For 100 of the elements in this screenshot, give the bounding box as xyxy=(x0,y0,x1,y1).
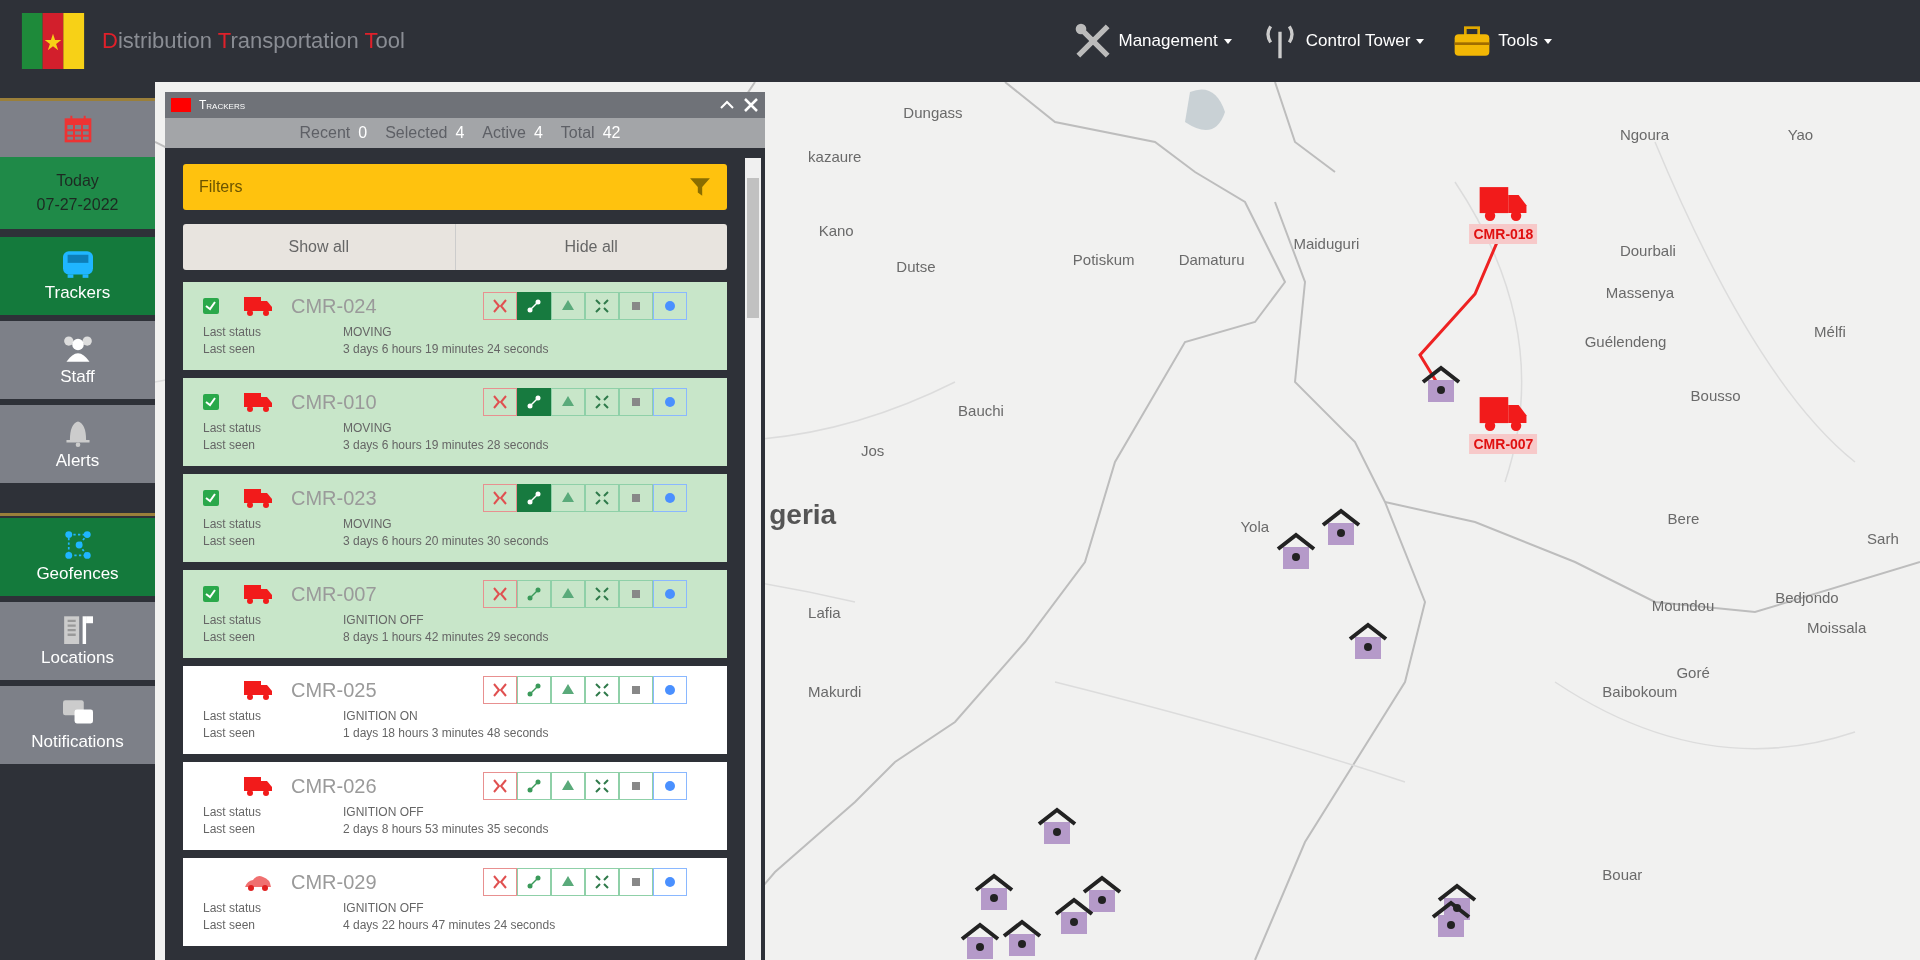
place-label: Dourbali xyxy=(1619,241,1676,259)
place-label: Kano xyxy=(818,222,854,240)
place-label: Moissala xyxy=(1807,619,1867,637)
grid-button[interactable] xyxy=(619,388,653,416)
checkbox[interactable] xyxy=(203,586,219,602)
sidebar-item[interactable]: Locations xyxy=(0,602,155,680)
expand-button[interactable] xyxy=(585,772,619,800)
checkbox[interactable] xyxy=(203,298,219,314)
show-all-button[interactable]: Show all xyxy=(183,224,456,270)
sidebar-item[interactable]: Staff xyxy=(0,321,155,399)
menu-button[interactable]: Tools xyxy=(1452,21,1552,61)
date-tile[interactable]: Today 07-27-2022 xyxy=(0,157,155,229)
collapse-button[interactable] xyxy=(483,388,517,416)
tracker-card[interactable]: CMR-024 Last status MOVING Last seen 3 days 6 hours 19 minutes 24 seconds xyxy=(183,282,727,370)
house-marker-icon[interactable] xyxy=(1431,900,1471,937)
grid-button[interactable] xyxy=(619,868,653,896)
date-label: Today xyxy=(56,172,99,190)
caret-icon xyxy=(1416,38,1425,44)
last-seen-value: 1 days 18 hours 3 minutes 48 seconds xyxy=(343,726,549,740)
hide-all-button[interactable]: Hide all xyxy=(455,224,727,270)
layers-button[interactable] xyxy=(551,676,585,704)
target-button[interactable] xyxy=(653,484,687,512)
house-marker-icon[interactable] xyxy=(1037,807,1077,844)
house-marker-icon[interactable] xyxy=(1082,875,1122,912)
house-marker-icon[interactable] xyxy=(960,922,1000,959)
expand-button[interactable] xyxy=(585,676,619,704)
tracker-name: CMR-010 xyxy=(291,390,377,414)
route-button[interactable] xyxy=(517,772,551,800)
grid-button[interactable] xyxy=(619,676,653,704)
sidebar-item[interactable]: Trackers xyxy=(0,237,155,315)
house-marker-icon[interactable] xyxy=(1054,897,1094,934)
tracker-card[interactable]: CMR-026 Last status IGNITION OFF Last seen 2 days 8 hours 53 minutes 35 seconds xyxy=(183,762,727,850)
field-label: Last status xyxy=(203,901,263,915)
house-marker-icon[interactable] xyxy=(1002,919,1042,956)
expand-button[interactable] xyxy=(585,292,619,320)
sidebar-item[interactable]: Notifications xyxy=(0,686,155,764)
target-button[interactable] xyxy=(653,868,687,896)
target-button[interactable] xyxy=(653,292,687,320)
dot-icon xyxy=(662,682,678,698)
grid-button[interactable] xyxy=(619,580,653,608)
place-label: Yola xyxy=(1240,518,1270,536)
collapse-button[interactable] xyxy=(483,676,517,704)
sidebar-item[interactable]: Alerts xyxy=(0,405,155,483)
route-button[interactable] xyxy=(517,868,551,896)
collapse-button[interactable] xyxy=(483,580,517,608)
route-button[interactable] xyxy=(517,292,551,320)
menu-button[interactable]: Control Tower xyxy=(1259,21,1425,61)
house-marker-icon[interactable] xyxy=(1348,622,1388,659)
vehicle-label: CMR-007 xyxy=(1469,434,1538,455)
close-icon[interactable] xyxy=(743,97,759,113)
arrows-out-icon xyxy=(594,394,610,410)
tracker-card[interactable]: CMR-007 Last status IGNITION OFF Last seen 8 days 1 hours 42 minutes 29 seconds xyxy=(183,570,727,658)
route-button[interactable] xyxy=(517,580,551,608)
layers-button[interactable] xyxy=(551,580,585,608)
expand-button[interactable] xyxy=(585,580,619,608)
grid-button[interactable] xyxy=(619,772,653,800)
field-label: Last status xyxy=(203,325,263,339)
menu-button[interactable]: Management xyxy=(1072,21,1232,61)
expand-button[interactable] xyxy=(585,484,619,512)
target-button[interactable] xyxy=(653,772,687,800)
route-button[interactable] xyxy=(517,484,551,512)
sidebar-item[interactable]: Geofences xyxy=(0,518,155,596)
collapse-button[interactable] xyxy=(483,868,517,896)
route-button[interactable] xyxy=(517,676,551,704)
arrows-in-icon xyxy=(492,394,508,410)
grid-button[interactable] xyxy=(619,292,653,320)
house-marker-icon[interactable] xyxy=(1276,532,1316,569)
calendar-tile[interactable] xyxy=(0,98,155,157)
last-seen-value: 3 days 6 hours 20 minutes 30 seconds xyxy=(343,534,549,548)
tracker-card[interactable]: CMR-025 Last status IGNITION ON Last seen 1 days 18 hours 3 minutes 48 seconds xyxy=(183,666,727,754)
layers-button[interactable] xyxy=(551,772,585,800)
checkbox[interactable] xyxy=(203,490,219,506)
route-button[interactable] xyxy=(517,388,551,416)
app-title: Distribution Transportation Tool xyxy=(102,28,405,54)
house-marker-icon[interactable] xyxy=(1321,508,1361,545)
layers-button[interactable] xyxy=(551,868,585,896)
tracker-card[interactable]: CMR-010 Last status MOVING Last seen 3 days 6 hours 19 minutes 28 seconds xyxy=(183,378,727,466)
target-button[interactable] xyxy=(653,388,687,416)
route-icon xyxy=(526,778,542,794)
expand-button[interactable] xyxy=(585,388,619,416)
target-button[interactable] xyxy=(653,580,687,608)
house-marker-icon[interactable] xyxy=(1421,365,1461,402)
arrows-out-icon xyxy=(594,682,610,698)
checkbox[interactable] xyxy=(203,394,219,410)
date-value: 07-27-2022 xyxy=(36,196,119,214)
arrows-in-icon xyxy=(492,586,508,602)
collapse-button[interactable] xyxy=(483,484,517,512)
grid-button[interactable] xyxy=(619,484,653,512)
collapse-button[interactable] xyxy=(483,772,517,800)
collapse-button[interactable] xyxy=(483,292,517,320)
tracker-card[interactable]: CMR-023 Last status MOVING Last seen 3 days 6 hours 20 minutes 30 seconds xyxy=(183,474,727,562)
stat-label: Total xyxy=(560,124,595,142)
tracker-card[interactable]: CMR-029 Last status IGNITION OFF Last seen 4 days 22 hours 47 minutes 24 seconds xyxy=(183,858,727,946)
scrollbar[interactable] xyxy=(745,158,761,960)
filters-button[interactable]: Filters xyxy=(183,164,727,210)
target-button[interactable] xyxy=(653,676,687,704)
house-marker-icon[interactable] xyxy=(974,873,1014,910)
route-icon xyxy=(526,874,542,890)
status-value: MOVING xyxy=(343,517,392,531)
expand-button[interactable] xyxy=(585,868,619,896)
